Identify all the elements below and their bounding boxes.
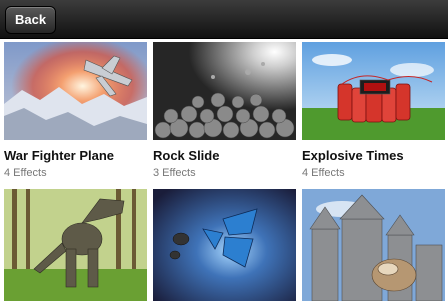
dinosaur-thumbnail[interactable] — [4, 189, 147, 301]
card-title: Rock Slide — [153, 148, 220, 163]
navigation-bar: Back — [0, 0, 448, 39]
card-title: Explosive Times — [302, 148, 404, 163]
back-button[interactable]: Back — [5, 6, 57, 34]
card-title: War Fighter Plane — [4, 148, 115, 163]
card-effect-count: 3 Effects — [153, 167, 196, 179]
card-effect-count: 4 Effects — [4, 167, 47, 179]
war-fighter-plane-thumbnail[interactable] — [4, 42, 147, 140]
castle-thumbnail[interactable] — [302, 189, 445, 301]
alien-ship-thumbnail[interactable] — [153, 189, 296, 301]
explosive-times-thumbnail[interactable] — [302, 42, 445, 140]
card-effect-count: 4 Effects — [302, 167, 345, 179]
rock-slide-thumbnail[interactable] — [153, 42, 296, 140]
